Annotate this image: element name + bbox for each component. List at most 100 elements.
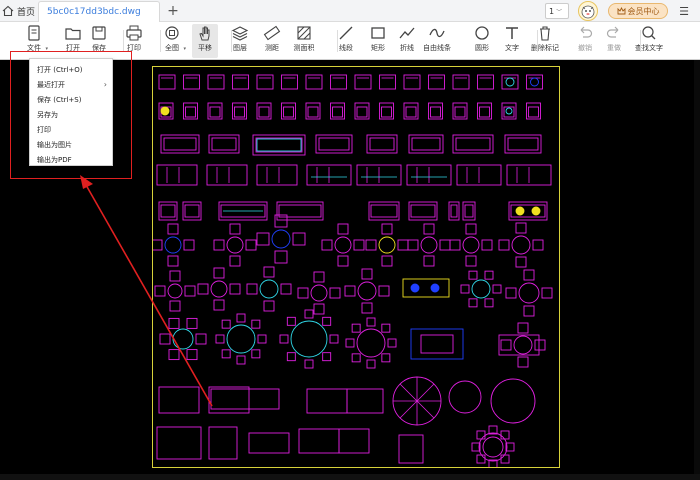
cad-drawing[interactable] — [151, 67, 559, 469]
cad-block — [256, 164, 298, 186]
file-menu-item[interactable]: 输出为PDF — [30, 152, 112, 167]
cad-block — [492, 284, 502, 294]
toolbar-layers-button[interactable]: 图层 — [222, 24, 258, 58]
cad-block — [361, 302, 373, 314]
cad-block — [402, 278, 450, 298]
cad-block — [460, 284, 470, 294]
cad-block — [500, 430, 510, 440]
cad-block — [298, 428, 340, 454]
member-center-button[interactable]: 会员中心 — [608, 3, 668, 19]
toolbar-label: 测距 — [265, 44, 279, 52]
redo-icon — [605, 24, 623, 42]
cad-block — [503, 106, 515, 118]
toolbar-label: 折线 — [400, 44, 414, 52]
cad-block — [420, 334, 454, 354]
cad-block — [465, 255, 477, 267]
cad-block — [184, 204, 200, 218]
toolbar-separator — [640, 30, 641, 52]
cad-block — [248, 432, 290, 454]
cad-block — [361, 268, 373, 280]
cad-block — [500, 339, 512, 351]
file-tab-label: 5bc0c17dd3bdc.dwg — [47, 7, 141, 17]
cad-block — [423, 255, 435, 267]
file-menu-item[interactable]: 另存为 — [30, 107, 112, 122]
cad-block — [258, 106, 270, 118]
hamburger-icon[interactable]: ☰ — [676, 3, 692, 19]
file-menu-item[interactable]: 打开 (Ctrl+O) — [30, 62, 112, 77]
file-menu-item[interactable]: 输出为图片 — [30, 137, 112, 152]
avatar[interactable] — [578, 1, 598, 21]
cad-block — [517, 356, 529, 368]
cad-block — [290, 320, 328, 358]
cad-block — [430, 106, 441, 118]
toolbar-label: 圆形 — [475, 44, 489, 52]
cad-block — [357, 281, 377, 301]
cad-block — [505, 287, 517, 299]
toolbar-measure-distance-button[interactable]: 测距 — [254, 24, 290, 58]
file-menu-item[interactable]: 保存 (Ctrl+S) — [30, 92, 112, 107]
page-number: 1 — [549, 6, 555, 16]
horizontal-scrollbar[interactable] — [0, 474, 700, 480]
cad-block — [511, 235, 531, 255]
cad-block — [423, 223, 435, 235]
cad-block — [411, 137, 441, 151]
cad-block — [210, 388, 280, 410]
layers-icon — [231, 24, 249, 42]
cad-block — [356, 328, 386, 358]
page-select[interactable]: 1 ﹀ — [545, 3, 569, 19]
cad-block — [313, 271, 325, 283]
file-menu-item[interactable]: 打印 — [30, 122, 112, 137]
toolbar-find-text-button[interactable]: 查找文字 — [631, 24, 667, 58]
freehand-icon — [428, 24, 446, 42]
cad-block — [378, 285, 390, 297]
toolbar-text-button[interactable]: 文字 — [494, 24, 530, 58]
toolbar-line-button[interactable]: 线段 — [328, 24, 364, 58]
file-menu: 打开 (Ctrl+O) 最近打开 › 保存 (Ctrl+S) 另存为打印输出为图片 输出为… — [29, 58, 113, 166]
cad-block — [206, 164, 248, 186]
drawing-canvas[interactable] — [151, 66, 560, 469]
cad-block — [221, 349, 231, 359]
cad-block — [271, 229, 291, 249]
cad-block — [381, 353, 391, 363]
cad-block — [428, 74, 445, 90]
print-icon — [125, 24, 143, 42]
cad-block — [515, 206, 525, 216]
cad-block — [259, 279, 279, 299]
cad-block — [255, 137, 303, 153]
file-menu-item[interactable]: 最近打开 › — [30, 77, 112, 92]
vertical-scrollbar[interactable] — [694, 60, 700, 474]
rectangle-icon — [369, 24, 387, 42]
toolbar-hand-button[interactable]: 平移 — [192, 24, 218, 58]
cad-block — [318, 137, 350, 151]
cad-block — [246, 283, 258, 295]
cad-block — [534, 339, 546, 351]
file-menu-item-label: 打印 — [37, 125, 51, 134]
cad-block — [505, 107, 513, 115]
cad-block — [507, 137, 539, 151]
cad-block — [528, 106, 539, 118]
toolbar-label: 撤销 — [578, 44, 592, 52]
cad-block — [490, 378, 536, 424]
new-tab-button[interactable]: + — [164, 1, 182, 21]
cad-block — [183, 239, 195, 251]
file-tab[interactable]: 5bc0c17dd3bdc.dwg — [38, 1, 160, 22]
cad-block — [366, 317, 376, 327]
toolbar-separator — [337, 30, 338, 52]
cad-block — [541, 287, 553, 299]
toolbar-redo-button[interactable]: 重做 — [596, 24, 632, 58]
cad-block — [321, 239, 333, 251]
cad-block — [304, 359, 314, 369]
cad-block — [169, 300, 181, 312]
cad-block — [313, 303, 325, 315]
cad-block — [332, 106, 343, 118]
home-tab[interactable]: 首页 — [0, 0, 38, 22]
toolbar-measure-area-button[interactable]: 测面积 — [286, 24, 322, 58]
cad-block — [482, 436, 504, 458]
chevron-right-icon: › — [103, 80, 107, 89]
cad-block — [274, 250, 288, 264]
find-text-icon — [640, 24, 658, 42]
toolbar-trash-button[interactable]: 删除标记 — [527, 24, 563, 58]
cad-block — [305, 74, 323, 90]
cad-block — [381, 255, 393, 267]
toolbar-freehand-button[interactable]: 自由线条 — [419, 24, 455, 58]
